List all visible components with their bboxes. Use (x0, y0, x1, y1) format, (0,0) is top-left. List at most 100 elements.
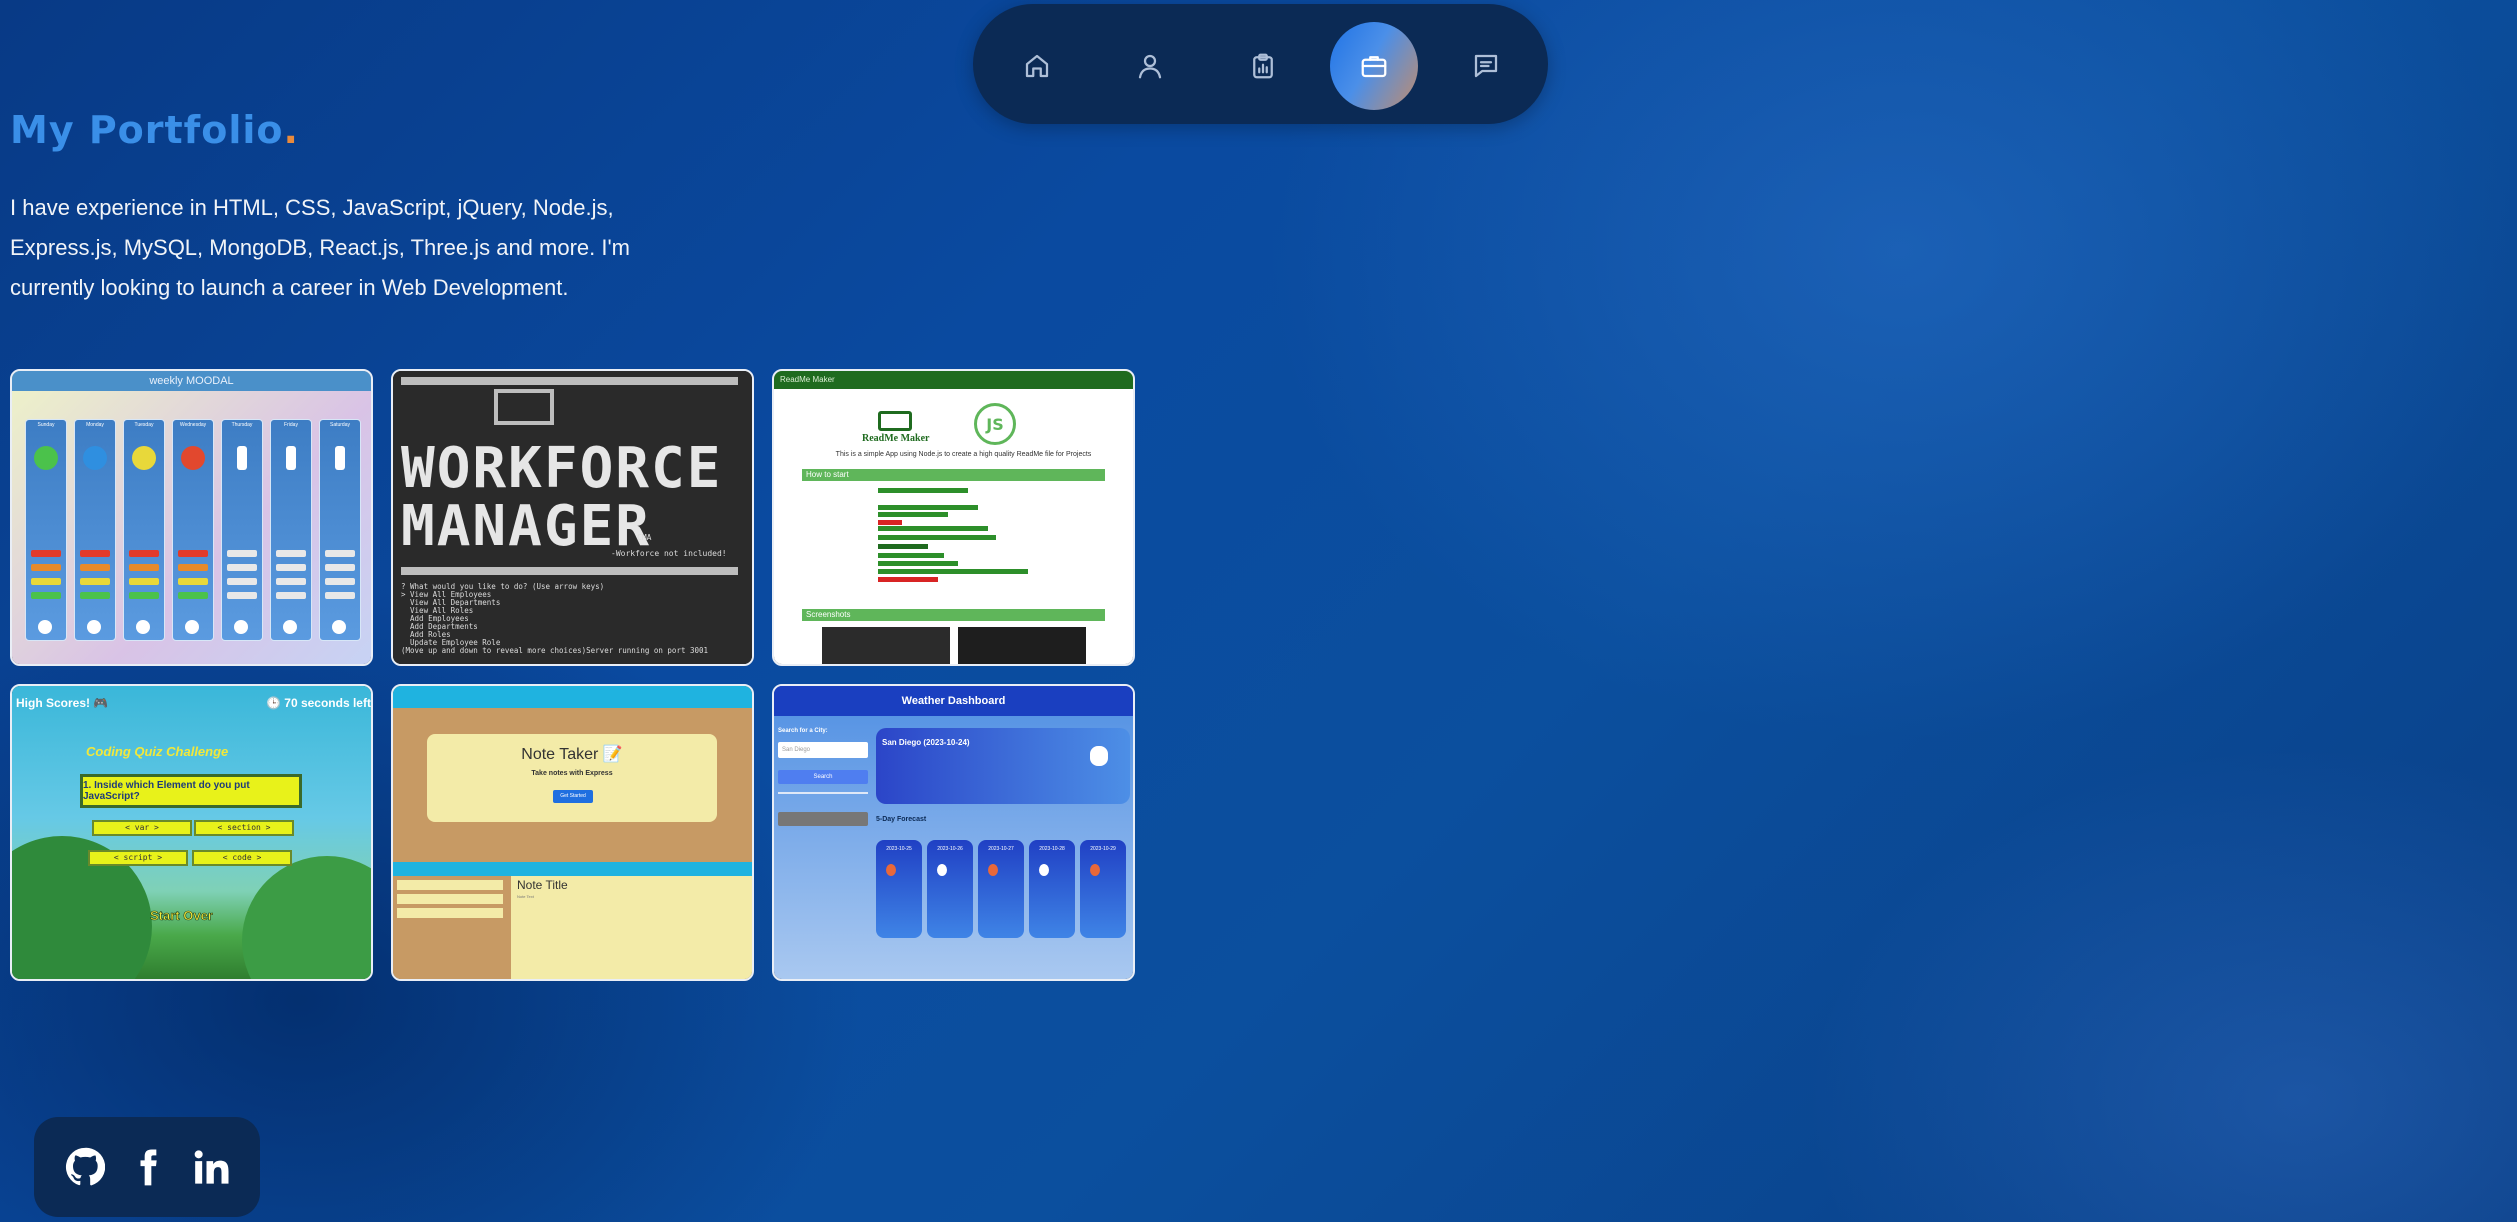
message-icon (1474, 54, 1498, 78)
project-card-workforce-manager[interactable]: WORKFORCE MANAGER CMA -Workforce not inc… (391, 369, 754, 666)
note-list-item (397, 880, 503, 890)
quiz-timer: 🕒 70 seconds left (266, 696, 371, 710)
moodal-entry (31, 578, 61, 585)
weather-icon (937, 864, 947, 876)
moodal-day-label: Monday (86, 422, 104, 428)
page-title-text: My Portfolio (10, 108, 284, 152)
moodal-entry (129, 578, 159, 585)
facebook-link[interactable] (126, 1145, 170, 1189)
moodal-header: weekly MOODAL (12, 371, 371, 391)
weather-forecast-card: 2023-10-28 (1029, 840, 1075, 938)
moodal-day-label: Friday (284, 422, 298, 428)
workforce-subtitle: -Workforce not included! (611, 549, 727, 558)
moodal-entry (276, 578, 306, 585)
readme-topbar: ReadMe Maker (774, 371, 1133, 389)
readme-badge (878, 577, 938, 582)
moodal-check-icon (87, 620, 101, 634)
project-card-readme-maker[interactable]: ReadMe Maker ReadMe Maker JS This is a s… (772, 369, 1135, 666)
moodal-entry (80, 592, 110, 599)
readme-step-line (878, 488, 968, 493)
page-title: My Portfolio. (10, 108, 299, 152)
weather-heading: Weather Dashboard (774, 686, 1133, 716)
moodal-day-column: Wednesday (172, 419, 214, 641)
moodal-day-column: Friday (270, 419, 312, 641)
project-card-note-taker[interactable]: Note Taker 📝 Take notes with Express Get… (391, 684, 754, 981)
nav-home-button[interactable] (993, 22, 1081, 110)
computer-icon (494, 389, 554, 425)
moodal-day-label: Saturday (329, 422, 350, 428)
moodal-entry (276, 592, 306, 599)
readme-step-line (878, 569, 1028, 574)
nav-contact-button[interactable] (1442, 22, 1530, 110)
note-taker-note-list (393, 876, 511, 979)
weather-forecast-date: 2023-10-27 (988, 846, 1014, 852)
workforce-title-line1: WORKFORCE (401, 436, 723, 501)
weather-forecast-date: 2023-10-25 (886, 846, 912, 852)
readme-step-line (878, 561, 958, 566)
clipboard-icon (1253, 53, 1273, 79)
weather-search-input: San Diego (778, 742, 868, 758)
moodal-day-label: Thursday (231, 422, 253, 428)
moodal-mood-icon (286, 446, 296, 470)
project-card-weather-dashboard[interactable]: Weather Dashboard Search for a City: San… (772, 684, 1135, 981)
moodal-entry (325, 564, 355, 571)
moodal-entry (31, 592, 61, 599)
moodal-entry (129, 592, 159, 599)
github-link[interactable] (63, 1145, 107, 1189)
readme-step-line (878, 526, 988, 531)
moodal-entry (80, 550, 110, 557)
weather-icon (988, 864, 998, 876)
weather-forecast-card: 2023-10-26 (927, 840, 973, 938)
quiz-option: < var > (92, 820, 192, 836)
weather-search-button: Search (778, 770, 868, 784)
moodal-entry (325, 550, 355, 557)
project-card-coding-quiz[interactable]: High Scores! 🎮 🕒 70 seconds left Coding … (10, 684, 373, 981)
moodal-mood-icon (335, 446, 345, 470)
weather-icon (886, 864, 896, 876)
moodal-day-column: Sunday (25, 419, 67, 641)
moodal-day-column: Thursday (221, 419, 263, 641)
linkedin-link[interactable] (189, 1145, 233, 1189)
note-list-item (397, 908, 503, 918)
readme-description: This is a simple App using Node.js to cr… (835, 451, 1092, 458)
weather-forecast-label: 5-Day Forecast (876, 816, 927, 823)
note-taker-subheading: Take notes with Express (531, 770, 613, 777)
readme-logo-text: ReadMe Maker (862, 433, 930, 444)
moodal-entry (178, 578, 208, 585)
moodal-day-column: Tuesday (123, 419, 165, 641)
readme-step-line (878, 553, 944, 558)
readme-step-line (878, 512, 948, 517)
note-taker-topbar (393, 686, 752, 708)
moodal-entry (129, 550, 159, 557)
linkedin-icon (194, 1150, 229, 1184)
moodal-check-icon (332, 620, 346, 634)
quiz-high-scores: High Scores! 🎮 (16, 696, 109, 710)
quiz-option: < section > (194, 820, 294, 836)
project-card-moodal[interactable]: weekly MOODAL Sunday Monday Tuesday Wednesd… (10, 369, 373, 666)
note-text-field: Note Text (517, 894, 534, 899)
home-icon (1025, 54, 1049, 78)
nav-portfolio-button[interactable] (1330, 22, 1418, 110)
moodal-entry (80, 578, 110, 585)
briefcase-icon (1361, 56, 1387, 78)
readme-badge (878, 544, 928, 549)
moodal-mood-icon (237, 446, 247, 470)
moodal-entry (129, 564, 159, 571)
moodal-check-icon (185, 620, 199, 634)
weather-history-button (778, 812, 868, 826)
moodal-entry (178, 564, 208, 571)
nav-resume-button[interactable] (1219, 22, 1307, 110)
moodal-mood-icon (181, 446, 205, 470)
moodal-entry (276, 564, 306, 571)
moodal-mood-icon (132, 446, 156, 470)
weather-forecast-date: 2023-10-28 (1039, 846, 1065, 852)
moodal-entry (325, 592, 355, 599)
moodal-check-icon (234, 620, 248, 634)
moodal-mood-icon (83, 446, 107, 470)
quiz-title: Coding Quiz Challenge (86, 744, 229, 759)
nav-about-button[interactable] (1106, 22, 1194, 110)
quiz-option: < code > (192, 850, 292, 866)
moodal-entry (178, 592, 208, 599)
weather-forecast-card: 2023-10-25 (876, 840, 922, 938)
workforce-title-line2: MANAGER (401, 494, 652, 559)
